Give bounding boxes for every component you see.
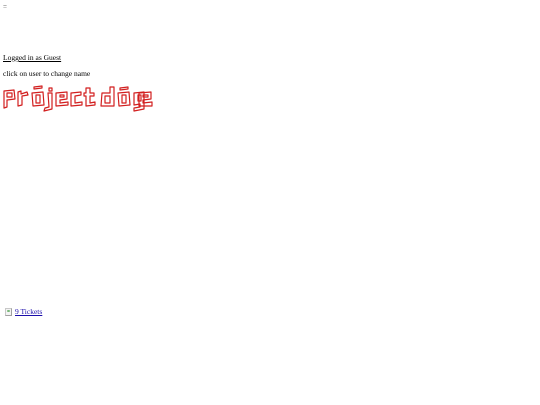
menu-icon[interactable]: = xyxy=(3,3,7,11)
logged-in-user-link[interactable]: Logged in as Guest xyxy=(3,53,61,62)
tickets-widget: 9 Tickets xyxy=(5,307,42,316)
logo-wordmark xyxy=(3,85,153,112)
change-name-hint: click on user to change name xyxy=(3,69,91,78)
tickets-link[interactable]: 9 Tickets xyxy=(15,307,42,316)
broken-image-icon xyxy=(5,307,12,316)
project-doge-logo xyxy=(2,85,154,113)
